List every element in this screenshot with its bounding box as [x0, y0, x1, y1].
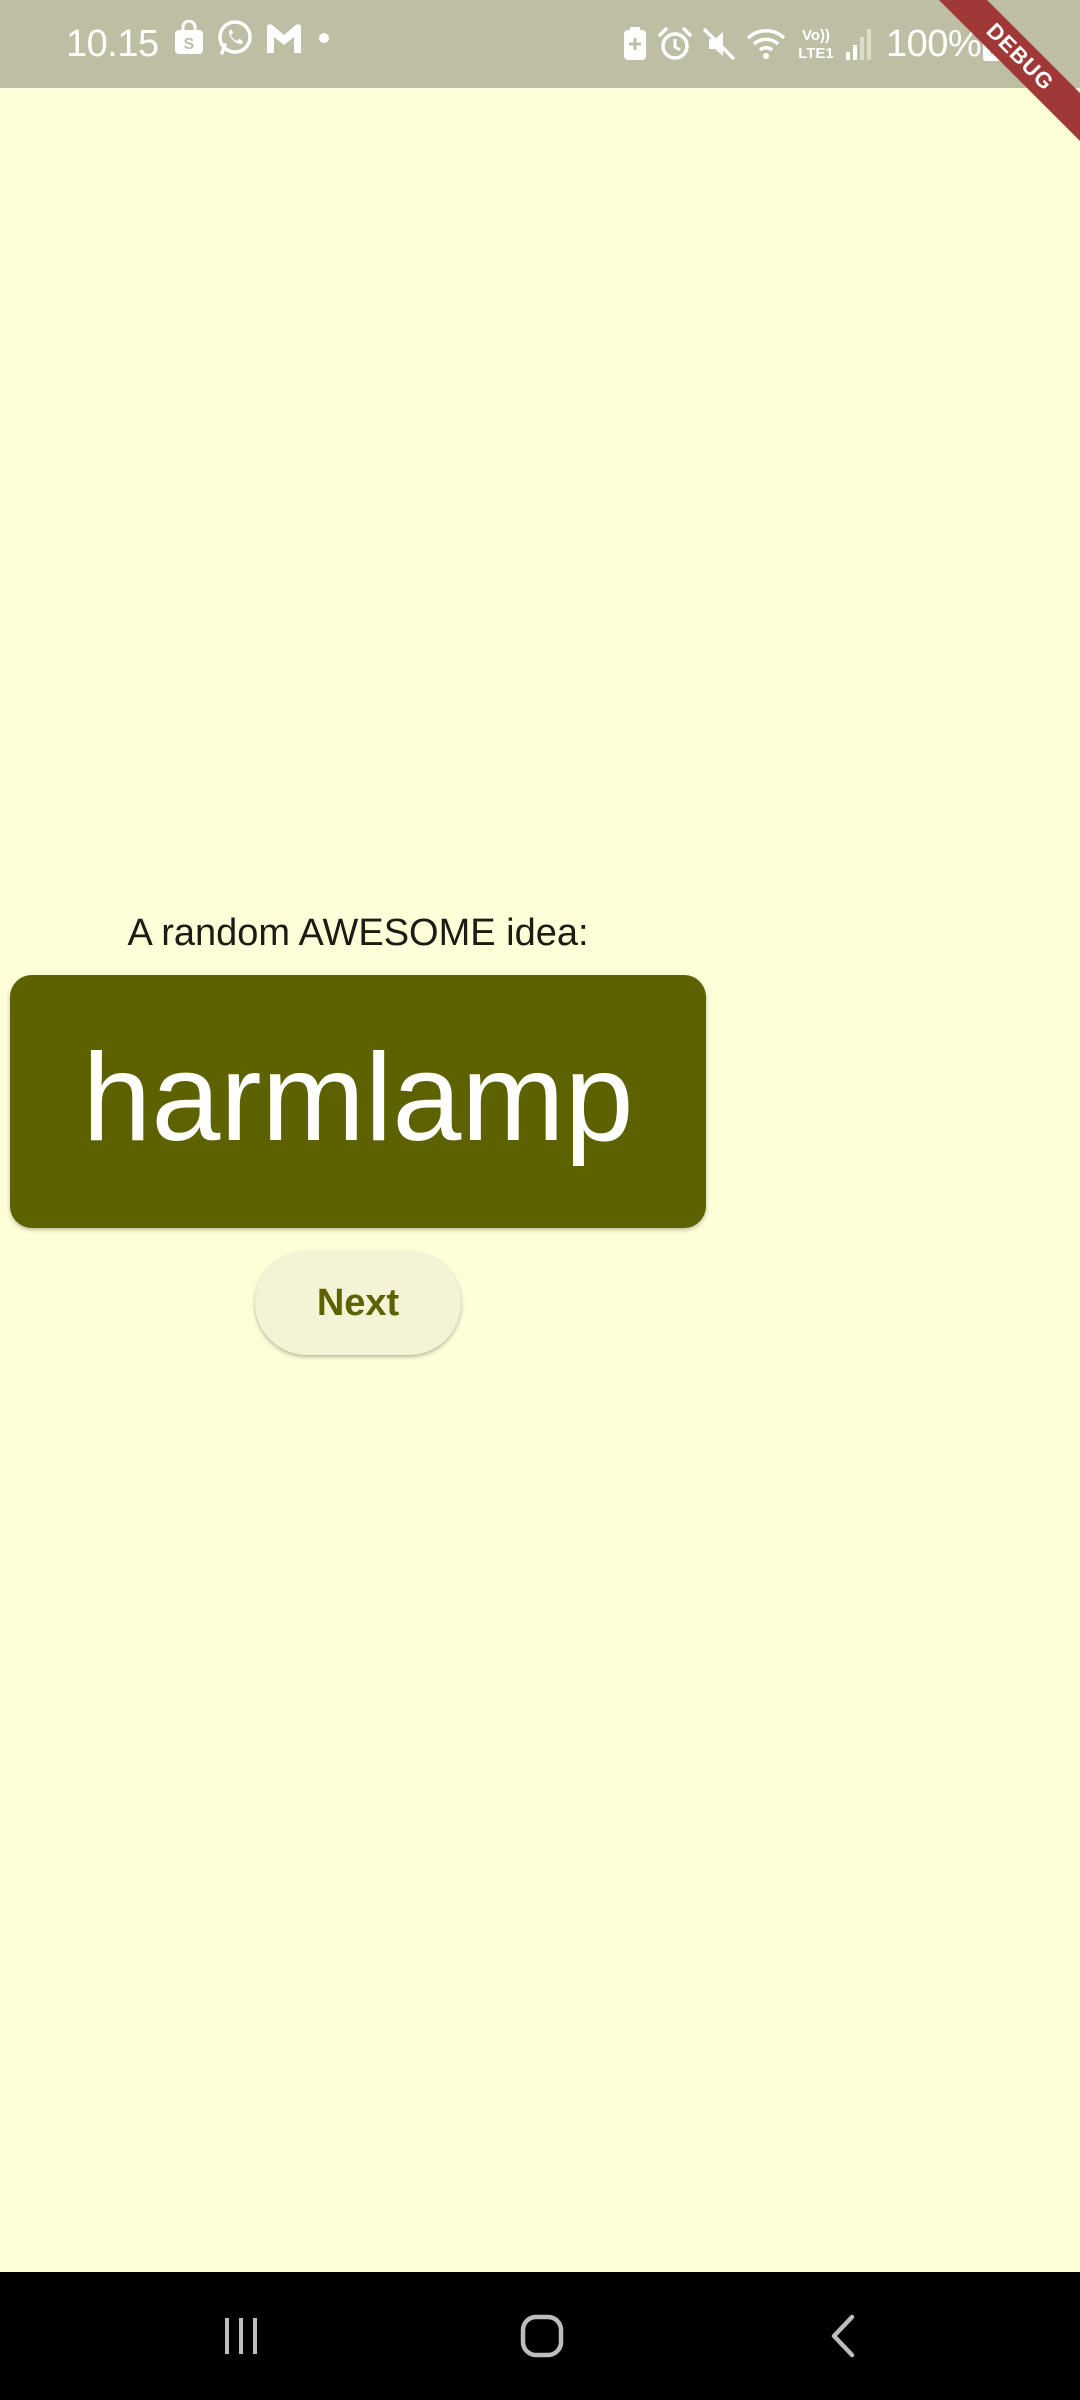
gmail-icon [267, 24, 301, 53]
whatsapp-icon [218, 20, 252, 55]
shopping-bag-icon: S [175, 20, 203, 54]
idea-label: A random AWESOME idea: [127, 912, 589, 954]
wifi-icon [746, 29, 786, 59]
status-time: 10.15 [66, 23, 159, 65]
battery-percentage: 100% [886, 22, 982, 65]
svg-text:S: S [184, 36, 195, 53]
notification-icons: S [172, 18, 344, 58]
home-button[interactable] [482, 2296, 602, 2376]
home-icon [520, 2314, 564, 2358]
svg-text:Vo)): Vo)) [802, 27, 830, 44]
volte-icon: Vo)) LTE1 [798, 27, 834, 62]
idea-word: harmlamp [82, 1028, 634, 1167]
recent-apps-icon [225, 2318, 257, 2354]
main-content: A random AWESOME idea: harmlamp Next [0, 88, 1080, 2272]
system-icons: Vo)) LTE1 100% [620, 20, 1009, 68]
back-icon [831, 2314, 855, 2358]
idea-card: harmlamp [10, 975, 706, 1228]
battery-saver-icon [624, 27, 646, 60]
dot-icon [319, 33, 329, 43]
back-button[interactable] [784, 2296, 904, 2376]
status-bar: 10.15 S Vo)) LTE1 100% [0, 0, 1080, 88]
alarm-icon [658, 27, 692, 60]
charging-icon [983, 29, 1002, 61]
signal-icon [846, 29, 871, 60]
next-button[interactable]: Next [255, 1251, 461, 1355]
svg-text:LTE1: LTE1 [798, 45, 834, 62]
navigation-bar [0, 2272, 1080, 2400]
recent-apps-button[interactable] [181, 2296, 301, 2376]
mute-icon [703, 28, 735, 60]
